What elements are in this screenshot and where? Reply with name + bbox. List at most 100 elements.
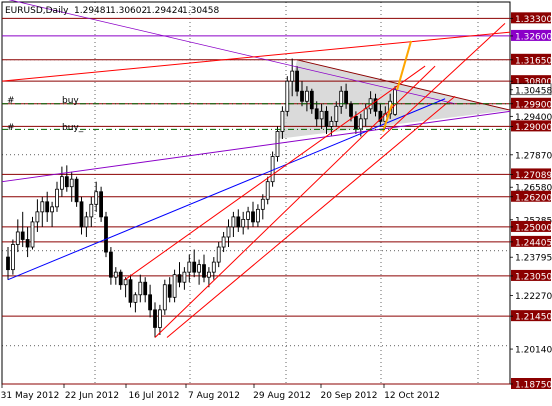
candle-body	[64, 176, 69, 188]
price-tick-label: 1.18750	[510, 378, 552, 391]
candle-body	[153, 309, 157, 328]
candle-body	[143, 281, 148, 296]
candle-body	[231, 216, 236, 228]
time-label: 12 Oct 2012	[384, 391, 440, 401]
time-label: 20 Sep 2012	[320, 391, 377, 401]
candle-body	[167, 284, 172, 298]
candle-body	[319, 110, 324, 120]
candle-body	[236, 216, 241, 228]
price-tick-label: 1.29900	[510, 97, 552, 110]
candle-body	[353, 115, 358, 130]
candle-body	[138, 281, 143, 296]
candle-body	[216, 246, 221, 263]
candle-body	[265, 181, 270, 200]
price-label: 1.23050	[515, 272, 552, 282]
candle-body	[94, 191, 99, 205]
price-label: 1.21450	[515, 313, 552, 323]
candle-body	[128, 279, 133, 303]
ohlc-high: 1.30602	[110, 6, 147, 16]
candle-body	[6, 256, 10, 271]
price-tick-label: 1.33300	[510, 12, 552, 25]
candle-body	[157, 309, 162, 328]
price-tick-label: 1.23795	[510, 254, 552, 264]
candle-body	[25, 239, 30, 248]
candle-body	[197, 264, 202, 273]
candle-body	[182, 271, 187, 283]
candle-body	[255, 208, 260, 223]
candle-body	[162, 284, 167, 311]
candle-body	[40, 201, 45, 213]
time-label: 22 Jun 2012	[65, 391, 119, 401]
candle-body	[251, 211, 255, 223]
price-label: 1.23795	[515, 254, 552, 264]
candle-body	[270, 156, 275, 183]
price-label: 1.32600	[515, 32, 552, 42]
candle-body	[113, 271, 118, 278]
candle-body	[45, 201, 50, 213]
candle-body	[55, 188, 59, 208]
time-label: 16 Jul 2012	[129, 391, 180, 401]
candle-body	[290, 70, 295, 82]
price-label: 1.30458	[515, 86, 552, 96]
price-label: 1.27870	[515, 151, 552, 161]
candle-body	[300, 90, 304, 102]
candle-body	[329, 120, 334, 127]
candle-body	[304, 90, 309, 102]
price-label: 1.24405	[515, 238, 552, 248]
chart-header: EURUSD,Daily 1.29481 1.30602 1.29424 1.3…	[5, 6, 219, 16]
candle-body	[334, 105, 339, 122]
candle-body	[74, 178, 79, 203]
candle-body	[79, 201, 84, 228]
price-label: 1.29000	[515, 123, 552, 133]
candle-body	[358, 118, 363, 130]
candle-body	[309, 90, 314, 110]
order-label: buy	[62, 96, 79, 106]
candle-body	[104, 216, 108, 253]
price-label: 1.20140	[515, 346, 552, 356]
candle-body	[99, 191, 103, 218]
candle-body	[211, 261, 216, 273]
price-tick-label: 1.21450	[510, 310, 552, 323]
candle-body	[324, 110, 329, 127]
price-label: 1.18750	[515, 381, 552, 391]
candle-body	[20, 231, 25, 240]
ohlc-open: 1.29481	[74, 6, 111, 16]
candle-body	[206, 271, 211, 278]
candle-body	[89, 203, 94, 218]
candle-body	[118, 271, 123, 286]
candle-body	[50, 206, 54, 213]
candle-body	[314, 108, 319, 120]
order-label: buy_	[62, 123, 84, 133]
candle-body	[226, 226, 231, 238]
candle-body	[202, 264, 206, 278]
price-tick-label: 1.23050	[510, 269, 552, 282]
price-label: 1.27089	[515, 171, 552, 181]
price-tick-label: 1.29000	[510, 120, 552, 133]
candle-body	[35, 211, 40, 223]
candle-body	[260, 198, 265, 210]
price-tick-label: 1.24405	[510, 235, 552, 248]
price-label: 1.26200	[515, 193, 552, 203]
chart-symbol: EURUSD,Daily	[5, 6, 69, 16]
candle-body	[60, 176, 64, 190]
order-hash: #	[7, 96, 15, 106]
candle-body	[241, 218, 246, 228]
candle-body	[172, 274, 177, 298]
candle-body	[393, 89, 398, 115]
candle-body	[280, 110, 285, 132]
price-label: 1.25000	[515, 223, 552, 233]
candle-body	[133, 294, 138, 303]
candle-body	[15, 231, 20, 245]
candle-body	[30, 221, 35, 248]
candle-body	[344, 90, 349, 105]
price-tick-label: 1.27870	[510, 151, 552, 161]
price-tick-label: 1.22270	[510, 292, 552, 302]
price-label: 1.31650	[515, 56, 552, 66]
candle-body	[192, 261, 197, 273]
price-tick-label: 1.31650	[510, 53, 552, 66]
ohlc-close: 1.30458	[182, 6, 219, 16]
candle-body	[363, 108, 368, 120]
candlestick-chart: 1.333001.326001.316501.308001.304581.299…	[0, 0, 552, 406]
time-label: 31 May 2012	[1, 391, 60, 401]
candle-body	[285, 80, 290, 112]
